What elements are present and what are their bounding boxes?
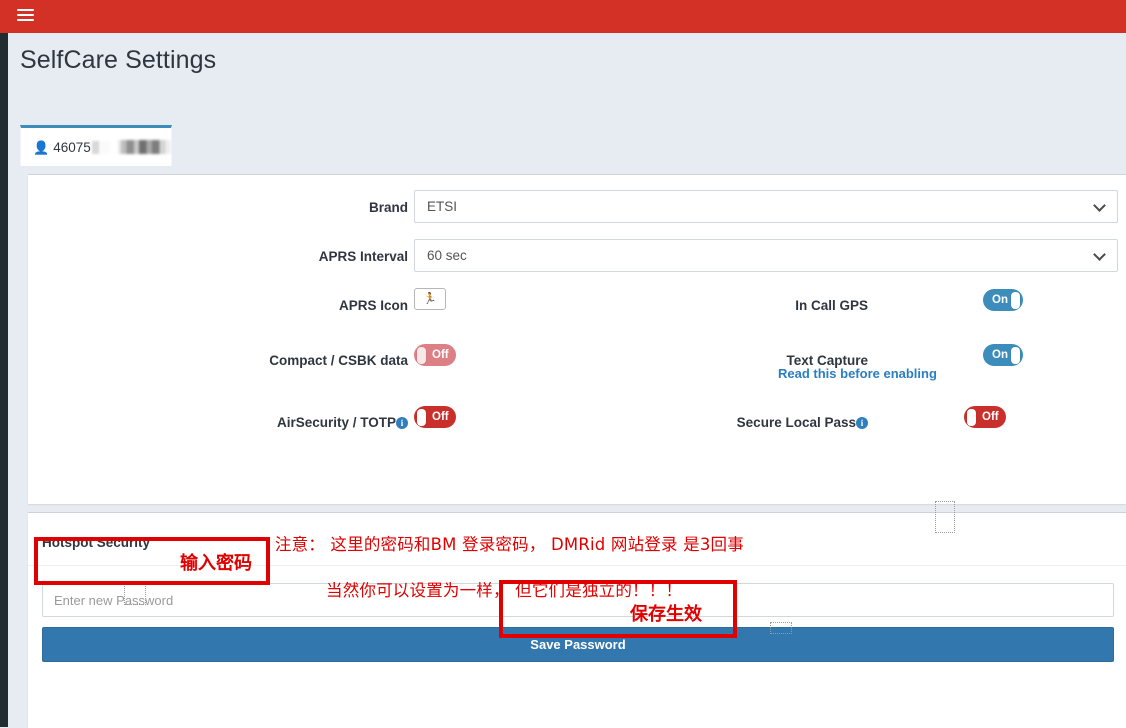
- redacted-user-name: [118, 140, 171, 154]
- label-in-call-gps: In Call GPS: [588, 297, 868, 314]
- label-compact-csbk: Compact / CSBK data: [88, 352, 408, 369]
- toggle-text-capture[interactable]: On: [983, 344, 1023, 366]
- label-aprs-interval: APRS Interval: [88, 248, 408, 265]
- hamburger-bar: [17, 14, 34, 16]
- label-airsecurity-totp-text: AirSecurity / TOTP: [277, 415, 396, 430]
- toggle-knob: [1011, 347, 1020, 364]
- hotspot-security-panel: Hotspot Security Save Password: [28, 512, 1126, 695]
- runner-icon: 🏃: [423, 294, 437, 305]
- page-content: SelfCare Settings 👤 46075 Brand ETSI APR…: [8, 33, 1126, 727]
- top-header-bar: [0, 0, 1126, 33]
- toggle-knob: [417, 409, 426, 426]
- label-aprs-icon: APRS Icon: [88, 297, 408, 314]
- page-title: SelfCare Settings: [20, 46, 216, 75]
- info-circle-icon[interactable]: i: [396, 417, 408, 429]
- redacted-id-suffix: [92, 141, 110, 154]
- sidebar-rail: [0, 33, 8, 727]
- new-password-input[interactable]: [42, 583, 1114, 617]
- toggle-knob: [967, 409, 976, 426]
- toggle-knob: [1011, 292, 1020, 309]
- toggle-state-label: Off: [982, 411, 999, 423]
- hotspot-security-title: Hotspot Security: [42, 535, 150, 550]
- toggle-state-label: On: [992, 294, 1008, 306]
- label-secure-local-pass: Secure Local Passi: [588, 414, 868, 431]
- label-secure-local-pass-text: Secure Local Pass: [737, 415, 856, 430]
- settings-panel: Brand ETSI APRS Interval 60 sec APRS Ico…: [28, 174, 1126, 504]
- aprs-icon-picker-button[interactable]: 🏃: [414, 288, 446, 310]
- tab-strip: 👤 46075: [20, 125, 1126, 166]
- select-aprs-interval[interactable]: 60 sec: [414, 239, 1118, 272]
- hamburger-menu-icon[interactable]: [17, 9, 34, 24]
- save-password-button[interactable]: Save Password: [42, 627, 1114, 662]
- tab-user-id: 46075: [53, 140, 91, 155]
- label-airsecurity-totp: AirSecurity / TOTPi: [88, 414, 408, 431]
- select-brand[interactable]: ETSI: [414, 190, 1118, 223]
- tab-user-account[interactable]: 👤 46075: [20, 125, 172, 166]
- toggle-airsecurity-totp[interactable]: Off: [414, 406, 456, 428]
- label-brand: Brand: [88, 199, 408, 216]
- link-read-before-enabling[interactable]: Read this before enabling: [778, 366, 937, 381]
- toggle-knob: [417, 347, 426, 364]
- save-password-button-label: Save Password: [530, 637, 625, 652]
- hamburger-bar: [17, 9, 34, 11]
- hamburger-bar: [17, 19, 34, 21]
- divider: [28, 565, 1126, 566]
- user-icon: 👤: [33, 141, 49, 154]
- toggle-state-label: Off: [432, 349, 449, 361]
- toggle-in-call-gps[interactable]: On: [983, 289, 1023, 311]
- toggle-state-label: On: [992, 349, 1008, 361]
- toggle-state-label: Off: [432, 411, 449, 423]
- info-circle-icon[interactable]: i: [856, 417, 868, 429]
- toggle-compact-csbk[interactable]: Off: [414, 344, 456, 366]
- footer-strip: [28, 695, 1126, 728]
- toggle-secure-local-pass[interactable]: Off: [964, 406, 1006, 428]
